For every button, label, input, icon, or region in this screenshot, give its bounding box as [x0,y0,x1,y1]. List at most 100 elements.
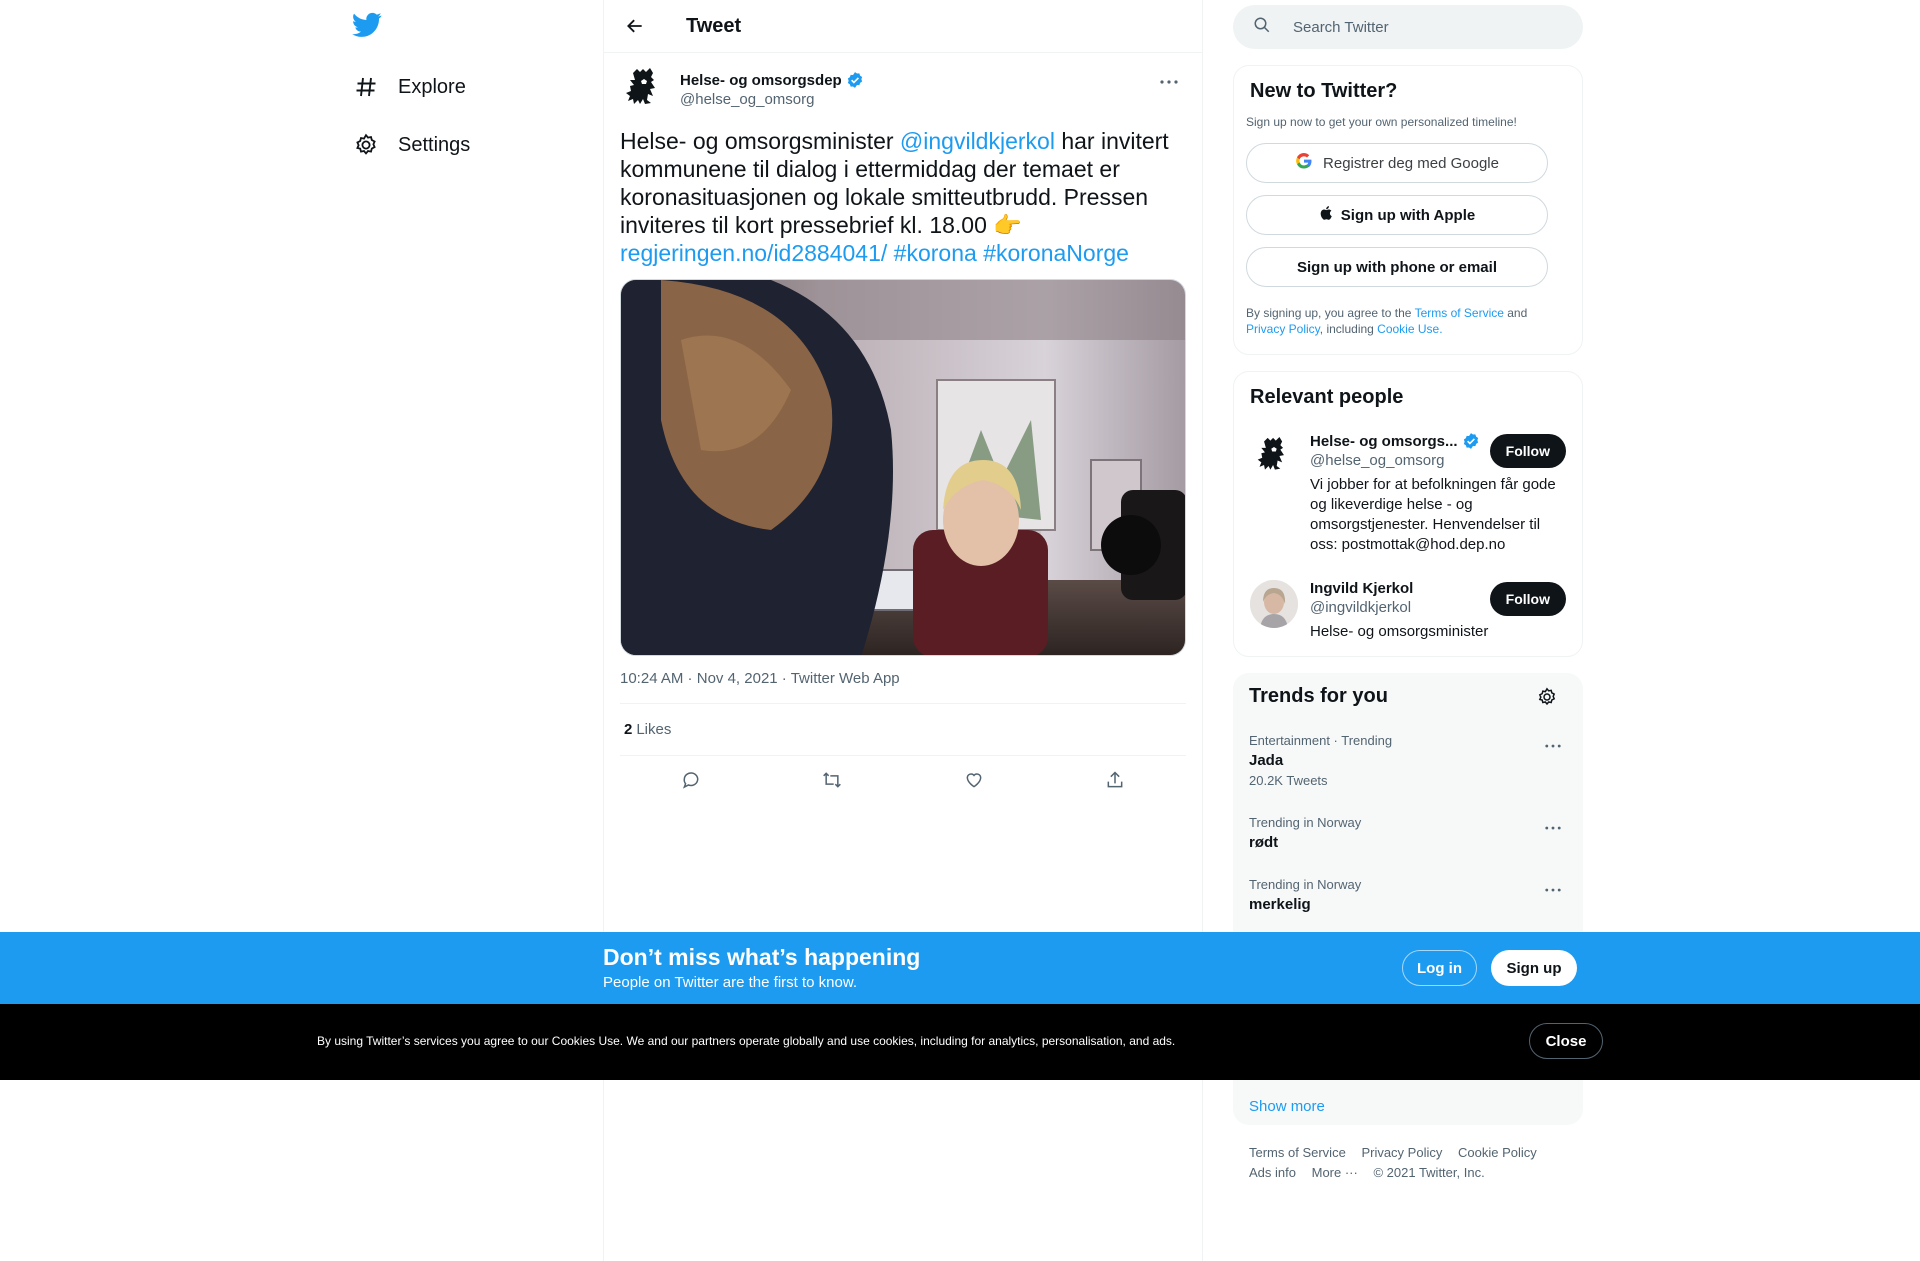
search-box[interactable]: Search Twitter [1233,5,1583,49]
relevant-people-title: Relevant people [1250,386,1404,408]
banner-subtitle: People on Twitter are the first to know. [603,974,858,991]
footer-ads-info-link[interactable]: Ads info [1249,1165,1296,1180]
relevant-person[interactable]: Helse- og omsorgs... @helse_og_omsorg Vi… [1250,432,1566,555]
person-bio: Helse- og omsorgsminister [1310,623,1489,640]
nav-explore-label: Explore [398,75,466,98]
tweet-header: Tweet [604,0,1202,53]
footer-cookie-link[interactable]: Cookie Policy [1458,1145,1537,1160]
new-to-twitter-subtitle: Sign up now to get your own personalized… [1246,115,1517,129]
trend-item[interactable]: Trending in Norway rødt [1249,815,1567,851]
tweet-author: Helse- og omsorgsdep @helse_og_omsorg [620,65,1186,115]
phone-email-signup-button[interactable]: Sign up with phone or email [1246,247,1548,287]
google-signup-button[interactable]: Registrer deg med Google [1246,143,1548,183]
hashtag-korona-link[interactable]: #korona [894,240,977,266]
search-icon [1253,16,1271,39]
person-name[interactable]: Helse- og omsorgs... [1310,433,1458,450]
google-signup-label: Registrer deg med Google [1323,154,1499,172]
url-link[interactable]: regjeringen.no/id2884041/ [620,240,887,266]
signup-button[interactable]: Sign up [1491,950,1577,986]
meta-separator: · [777,670,791,687]
trends-settings-gear-icon[interactable] [1537,687,1557,712]
relevant-people-card: Relevant people Helse- og omsorgs... @he… [1233,371,1583,657]
tweet-actions [620,756,1186,804]
new-to-twitter-card: New to Twitter? Sign up now to get your … [1233,65,1583,355]
apple-icon [1319,204,1335,226]
phone-signup-label: Sign up with phone or email [1296,258,1497,276]
likes-label: Likes [636,721,672,738]
share-icon[interactable] [1096,761,1134,799]
verified-badge-icon [847,72,862,88]
trends-title: Trends for you [1249,685,1388,707]
likes-stat[interactable]: 2 Likes [620,704,1186,756]
retweet-icon[interactable] [813,761,851,799]
more-options-icon[interactable] [1545,817,1561,835]
google-g-icon [1295,152,1313,174]
nav-settings-label: Settings [398,133,471,156]
tweet-time[interactable]: 10:24 AM [620,670,683,687]
trend-count: 20.2K Tweets [1249,773,1328,788]
tweet-text: Helse- og omsorgsminister @ingvildkjerko… [620,127,1188,267]
footer-more-link[interactable]: More ··· [1312,1165,1358,1180]
trend-name: Jada [1249,752,1284,769]
back-arrow-icon[interactable] [618,9,652,43]
hashtag-koronanorge-link[interactable]: #koronaNorge [983,240,1129,266]
signup-terms: By signing up, you agree to the Terms of… [1246,305,1570,337]
login-button[interactable]: Log in [1402,950,1477,986]
more-options-icon[interactable] [1545,879,1561,897]
lion-crest-avatar[interactable] [620,65,668,113]
show-more-link[interactable]: Show more [1249,1098,1325,1115]
trend-context: Trending in Norway [1249,877,1362,892]
person-bio: Vi jobber for at befolkningen får gode o… [1310,476,1556,553]
verified-badge-icon [1463,433,1478,449]
footer-copyright: © 2021 Twitter, Inc. [1373,1165,1485,1180]
ingvild-kjerkol-avatar[interactable] [1250,580,1298,628]
footer-terms-link[interactable]: Terms of Service [1249,1145,1346,1160]
cookie-close-button[interactable]: Close [1529,1023,1603,1059]
person-name[interactable]: Ingvild Kjerkol [1310,580,1413,597]
trend-item[interactable]: Entertainment · Trending Jada 20.2K Twee… [1249,733,1567,788]
nav-explore[interactable]: Explore [352,67,466,107]
like-heart-icon[interactable] [955,761,993,799]
author-handle[interactable]: @helse_og_omsorg [680,91,864,108]
tweet-date[interactable]: Nov 4, 2021 [697,670,778,687]
apple-signup-button[interactable]: Sign up with Apple [1246,195,1548,235]
meta-separator: · [683,670,697,687]
tweet-client[interactable]: Twitter Web App [791,670,900,687]
tweet-metadata: 10:24 AM · Nov 4, 2021 · Twitter Web App [620,670,1186,704]
mention-link[interactable]: @ingvildkjerkol [900,128,1055,154]
cookie-use-link[interactable]: Cookie Use. [1377,322,1442,336]
terms-text-1: By signing up, you agree to the [1246,306,1415,320]
tweet: Helse- og omsorgsdep @helse_og_omsorg He… [604,53,1202,804]
more-options-icon[interactable] [1545,735,1561,753]
trend-name: merkelig [1249,896,1311,913]
tweet-photo[interactable] [620,279,1186,656]
tweet-text-part1: Helse- og omsorgsminister [620,128,900,154]
more-options-icon[interactable] [1152,65,1186,99]
terms-of-service-link[interactable]: Terms of Service [1415,306,1504,320]
new-to-twitter-title: New to Twitter? [1250,80,1398,102]
gear-icon [352,131,380,159]
cookie-banner: By using Twitter’s services you agree to… [0,1004,1920,1080]
terms-text-2: and [1503,306,1528,320]
reply-icon[interactable] [672,761,710,799]
page-title: Tweet [686,14,742,37]
author-name[interactable]: Helse- og omsorgsdep [680,72,842,89]
footer-links: Terms of Service Privacy Policy Cookie P… [1233,1143,1583,1183]
login-banner: Don’t miss what’s happening People on Tw… [0,932,1920,1004]
cookie-text: By using Twitter’s services you agree to… [317,1034,1176,1048]
lion-crest-avatar[interactable] [1250,432,1298,480]
follow-button[interactable]: Follow [1489,434,1566,468]
likes-count: 2 [624,721,633,738]
nav-settings[interactable]: Settings [352,125,470,165]
footer-privacy-link[interactable]: Privacy Policy [1361,1145,1442,1160]
twitter-logo-icon[interactable] [352,12,382,42]
terms-text-3: , including [1319,322,1378,336]
follow-button[interactable]: Follow [1489,582,1566,616]
privacy-policy-link[interactable]: Privacy Policy [1246,322,1320,336]
trend-context: Trending in Norway [1249,815,1362,830]
trend-item[interactable]: Trending in Norway merkelig [1249,877,1567,913]
trend-context: Entertainment · Trending [1249,733,1393,748]
search-placeholder: Search Twitter [1293,18,1389,36]
relevant-person[interactable]: Ingvild Kjerkol @ingvildkjerkol Helse- o… [1250,580,1566,642]
pointing-hand-emoji: 👉 [993,212,1022,238]
